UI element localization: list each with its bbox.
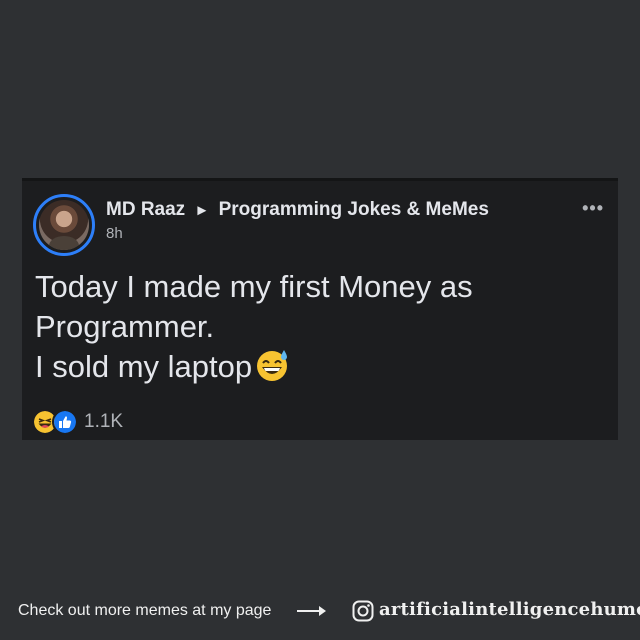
footer-cta-text: Check out more memes at my page bbox=[18, 602, 272, 619]
post-body: Today I made my first Money as Programme… bbox=[35, 267, 595, 387]
instagram-handle[interactable]: artificialintelligencehumor bbox=[379, 599, 640, 620]
group-name[interactable]: Programming Jokes & MeMes bbox=[219, 199, 489, 220]
reaction-summary[interactable]: 1.1K bbox=[32, 409, 124, 435]
post-header: MD Raaz ► Programming Jokes & MeMes bbox=[106, 199, 489, 221]
instagram-icon[interactable] bbox=[352, 600, 374, 622]
promo-footer: Check out more memes at my page artifici… bbox=[0, 598, 640, 626]
arrow-right-icon bbox=[297, 606, 326, 616]
post-text-line: I sold my laptop bbox=[35, 347, 595, 387]
post-text-line-content: I sold my laptop bbox=[35, 349, 253, 384]
author-avatar[interactable] bbox=[33, 194, 95, 256]
post-text-line: Programmer. bbox=[35, 309, 215, 344]
post-text-line: Today I made my first Money as bbox=[35, 269, 473, 304]
reaction-count: 1.1K bbox=[84, 411, 124, 432]
group-arrow-icon: ► bbox=[194, 202, 210, 219]
author-name[interactable]: MD Raaz bbox=[106, 199, 185, 220]
avatar-photo bbox=[39, 200, 89, 250]
meme-page: MD Raaz ► Programming Jokes & MeMes 8h •… bbox=[0, 0, 640, 640]
post-timestamp[interactable]: 8h bbox=[106, 225, 123, 242]
facebook-post-card: MD Raaz ► Programming Jokes & MeMes 8h •… bbox=[22, 178, 618, 440]
like-reaction-icon bbox=[52, 409, 78, 435]
grinning-sweat-emoji-icon bbox=[257, 350, 288, 381]
more-options-icon[interactable]: ••• bbox=[582, 199, 604, 217]
